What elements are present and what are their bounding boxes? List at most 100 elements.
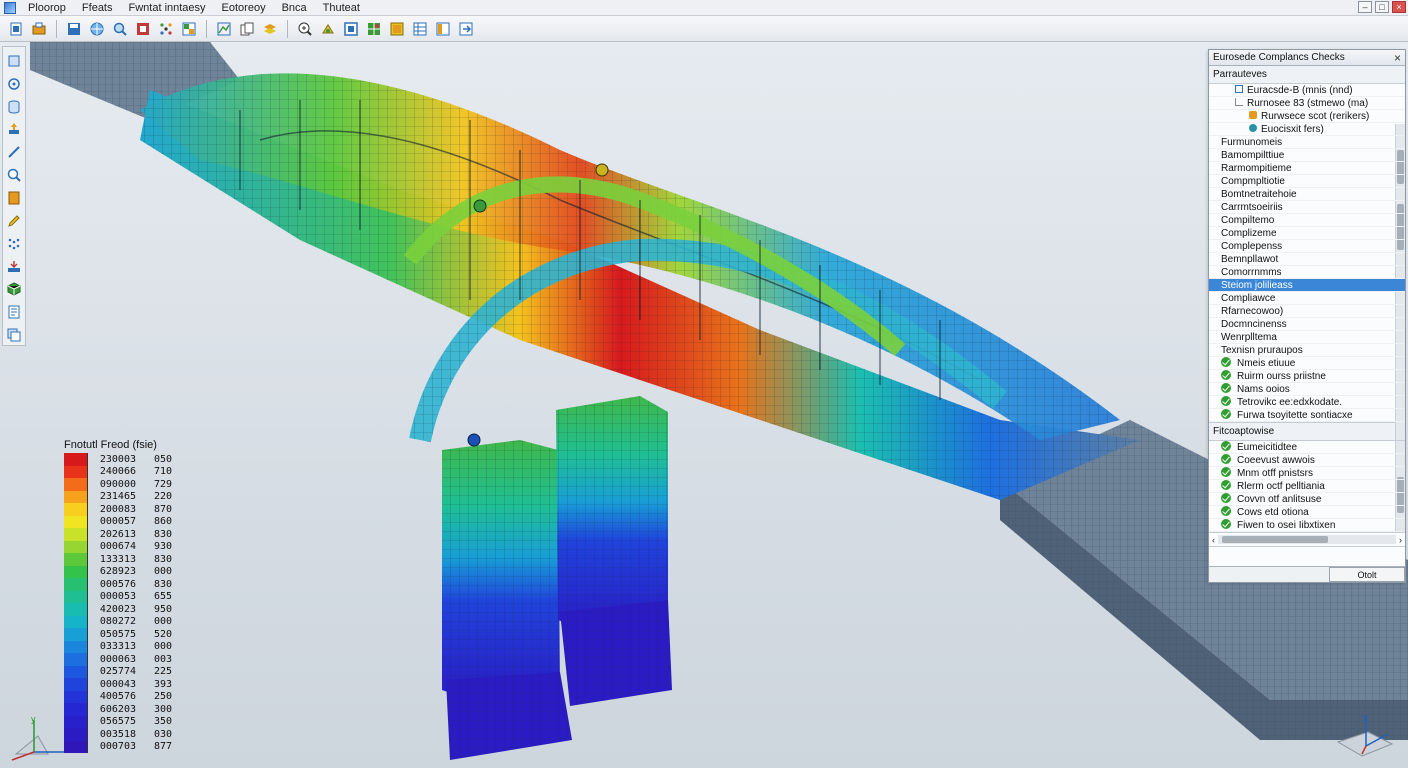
hscroll-track[interactable] bbox=[1218, 535, 1396, 544]
check-item[interactable]: Fiwen to osei Iibxtixen bbox=[1209, 519, 1405, 532]
bridge-model[interactable] bbox=[0, 42, 1408, 768]
legend-row: 628923 000 bbox=[64, 565, 184, 578]
cylinder-icon[interactable] bbox=[4, 97, 24, 117]
frame-icon[interactable] bbox=[341, 19, 361, 39]
maximize-button[interactable]: □ bbox=[1375, 1, 1389, 13]
ok-button[interactable]: Otolt bbox=[1329, 567, 1405, 582]
menu-item-3[interactable]: Fwntat inntaesy bbox=[121, 0, 214, 16]
horizontal-scrollbar[interactable]: ‹ › bbox=[1209, 533, 1405, 547]
menu-item-5[interactable]: Bnca bbox=[274, 0, 315, 16]
cube-icon[interactable] bbox=[4, 279, 24, 299]
tree-node[interactable]: Euracsde-B (mnis (nnd) bbox=[1209, 84, 1405, 97]
menu-item-4[interactable]: Eotoreoy bbox=[214, 0, 274, 16]
legend-value: 230003 bbox=[99, 453, 136, 465]
3d-viewport[interactable]: Fnotutl Freod (fsie) 230003 050 240066 710 0… bbox=[0, 42, 1408, 768]
load-icon[interactable] bbox=[4, 257, 24, 277]
hscroll-thumb[interactable] bbox=[1222, 536, 1328, 543]
document-icon[interactable] bbox=[4, 188, 24, 208]
layers-icon[interactable] bbox=[260, 19, 280, 39]
save-icon[interactable] bbox=[64, 19, 84, 39]
close-icon[interactable]: × bbox=[1394, 51, 1401, 65]
list-item[interactable]: Rarmompitieme bbox=[1209, 162, 1405, 175]
scroll-left-icon[interactable]: ‹ bbox=[1212, 535, 1215, 545]
color-icon[interactable] bbox=[387, 19, 407, 39]
close-button[interactable]: × bbox=[1392, 1, 1406, 13]
list-item[interactable]: Compiltemo bbox=[1209, 214, 1405, 227]
check-item[interactable]: Covvn otf anlitsuse bbox=[1209, 493, 1405, 506]
check-item[interactable]: Eumeicitidtee bbox=[1209, 441, 1405, 454]
menu-item-6[interactable]: Thuteat bbox=[315, 0, 368, 16]
check-item[interactable]: Cows etd otiona bbox=[1209, 506, 1405, 519]
legend-swatch bbox=[64, 528, 88, 541]
select-icon[interactable] bbox=[4, 51, 24, 71]
report-icon[interactable] bbox=[4, 302, 24, 322]
magnify-icon[interactable] bbox=[4, 165, 24, 185]
list-item[interactable]: Complizeme bbox=[1209, 227, 1405, 240]
stack-icon[interactable] bbox=[4, 325, 24, 345]
menu-item-2[interactable]: Ffeats bbox=[74, 0, 121, 16]
search-icon[interactable] bbox=[110, 19, 130, 39]
list-item[interactable]: Complepenss bbox=[1209, 240, 1405, 253]
panel-icon[interactable] bbox=[433, 19, 453, 39]
pencil-icon[interactable] bbox=[4, 211, 24, 231]
node-icon[interactable] bbox=[318, 19, 338, 39]
legend-row: 000576 830 bbox=[64, 578, 184, 591]
joint-node[interactable] bbox=[467, 433, 481, 447]
minimize-button[interactable]: – bbox=[1358, 1, 1372, 13]
legend-value: 420023 bbox=[99, 603, 136, 615]
table-icon[interactable] bbox=[410, 19, 430, 39]
menu-item-1[interactable]: Ploorop bbox=[20, 0, 74, 16]
legend-value: 025774 bbox=[99, 666, 136, 678]
tree-node-label: Euocisxit fers) bbox=[1261, 124, 1324, 135]
svg-text:y: y bbox=[1363, 712, 1368, 722]
list-item[interactable]: Comorrnmms bbox=[1209, 266, 1405, 279]
scroll-right-icon[interactable]: › bbox=[1399, 535, 1402, 545]
check-item[interactable]: Furwa tsoyitette sontiacxe bbox=[1209, 409, 1405, 422]
new-file-icon[interactable] bbox=[6, 19, 26, 39]
list-item[interactable]: Bemnpllawot bbox=[1209, 253, 1405, 266]
legend-value: 240066 bbox=[99, 466, 136, 478]
list-item[interactable]: Texnisn pruraupos bbox=[1209, 344, 1405, 357]
joint-node[interactable] bbox=[473, 199, 487, 213]
check-item[interactable]: Rlerm octf pelltiania bbox=[1209, 480, 1405, 493]
list-item[interactable]: Wenrplltema bbox=[1209, 331, 1405, 344]
joint-node[interactable] bbox=[595, 163, 609, 177]
check-item[interactable]: Coeevust awwois bbox=[1209, 454, 1405, 467]
check-item[interactable]: Mnm otff pnistsrs bbox=[1209, 467, 1405, 480]
snap-icon[interactable] bbox=[133, 19, 153, 39]
line-icon[interactable] bbox=[4, 142, 24, 162]
check-item[interactable]: Tetrovikc ee:edxkodate. bbox=[1209, 396, 1405, 409]
list-item[interactable]: Rfarnecowoo) bbox=[1209, 305, 1405, 318]
points-icon[interactable] bbox=[4, 234, 24, 254]
check-item[interactable]: Nams ooios bbox=[1209, 383, 1405, 396]
tree-node[interactable]: Rurnosee 83 (stmewo (ma) bbox=[1209, 97, 1405, 110]
copy-icon[interactable] bbox=[237, 19, 257, 39]
mesh-icon[interactable] bbox=[364, 19, 384, 39]
export-icon[interactable] bbox=[456, 19, 476, 39]
open-icon[interactable] bbox=[29, 19, 49, 39]
list-item[interactable]: Compliawce bbox=[1209, 292, 1405, 305]
zoom-icon[interactable] bbox=[295, 19, 315, 39]
legend-value-secondary: 250 bbox=[153, 691, 172, 703]
check-item[interactable]: Ruirm ourss priistne bbox=[1209, 370, 1405, 383]
move-icon[interactable] bbox=[4, 120, 24, 140]
list-item[interactable]: Carrmtsoeiriis bbox=[1209, 201, 1405, 214]
check-item[interactable]: Nmeis etiuue bbox=[1209, 357, 1405, 370]
list-item[interactable]: Compmpltiotie bbox=[1209, 175, 1405, 188]
check-pass-icon bbox=[1221, 396, 1231, 406]
legend-value-secondary: 860 bbox=[153, 516, 172, 528]
list-item[interactable]: Bomtnetraitehoie bbox=[1209, 188, 1405, 201]
globe-icon[interactable] bbox=[87, 19, 107, 39]
chart-icon[interactable] bbox=[214, 19, 234, 39]
rotate-icon[interactable] bbox=[4, 74, 24, 94]
list-item-selected[interactable]: Steiom jolilieass bbox=[1209, 279, 1405, 292]
tree-node[interactable]: Rurwsece scot (rerikers) bbox=[1209, 110, 1405, 123]
dots-icon[interactable] bbox=[156, 19, 176, 39]
tree-node[interactable]: Euocisxit fers) bbox=[1209, 123, 1405, 136]
list-item[interactable]: Furmunomeis bbox=[1209, 136, 1405, 149]
legend-swatch bbox=[64, 515, 88, 528]
legend-row: 080272 000 bbox=[64, 615, 184, 628]
list-item[interactable]: Docmncinenss bbox=[1209, 318, 1405, 331]
list-item[interactable]: Bamompilttiue bbox=[1209, 149, 1405, 162]
grid-view-icon[interactable] bbox=[179, 19, 199, 39]
